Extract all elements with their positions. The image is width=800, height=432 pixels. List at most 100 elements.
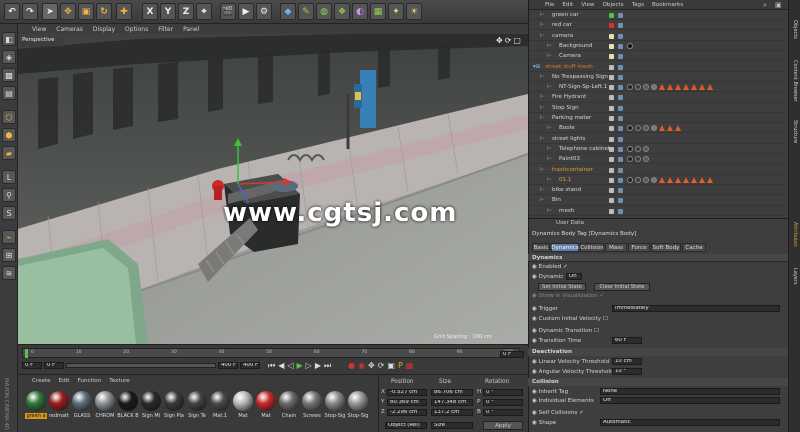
size-field[interactable]: 86.706 cm [431,389,473,396]
array-icon[interactable]: ❖ [334,3,350,20]
attr-tab[interactable]: Basic [532,243,550,252]
attr-tab[interactable]: Mass [605,243,627,252]
material-label[interactable]: Sign Pla [163,413,185,419]
object-name[interactable]: Boole [559,125,575,131]
material-swatch[interactable] [302,391,322,411]
object-name[interactable]: bike stand [552,187,581,193]
material-tag-triangle-icon[interactable] [659,84,665,91]
layer-color-swatch[interactable] [609,146,614,152]
material-label[interactable]: Sign Mi [140,413,162,419]
material-tag-triangle-icon[interactable] [675,176,681,183]
tab-content-browser[interactable]: Content Browser [792,60,798,102]
om-toggle-icon[interactable]: ▣ [775,1,782,9]
live-select-icon[interactable]: ➤ [42,3,58,20]
material-swatch[interactable] [164,391,184,411]
layer-color-swatch[interactable] [609,33,614,39]
material-swatch[interactable] [49,391,69,411]
layer-color-swatch[interactable] [609,126,614,132]
material-tag-icon[interactable] [627,42,633,49]
redo-icon[interactable]: ↷ [22,3,38,20]
material-tag-icon[interactable] [643,125,649,132]
size-field[interactable]: 147.348 cm [431,399,473,406]
tab-structure[interactable]: Structure [792,120,798,143]
om-search-icon[interactable]: ⌕ [763,1,767,10]
object-row[interactable]: ⊢ NT-Sign-Sp-Left.1 [529,83,789,93]
visibility-dots[interactable] [618,95,623,101]
visibility-dots[interactable] [618,23,623,29]
light-icon[interactable]: ☀ [406,3,422,20]
material-label[interactable]: Mat [232,413,254,419]
material-swatch[interactable] [118,391,138,411]
nurbs-icon[interactable]: ◍ [316,3,332,20]
material-tag-icon[interactable] [627,84,633,91]
frame-range-slider[interactable] [66,363,216,368]
undo-icon[interactable]: ↶ [4,3,20,20]
object-row[interactable]: ⊢ Parking meter [529,114,789,124]
rotation-field[interactable]: 0 ° [483,409,523,416]
deformer-icon[interactable]: ◐ [352,3,368,20]
dynamic-select[interactable]: On [566,273,582,280]
layer-color-swatch[interactable] [609,43,614,49]
object-row[interactable]: ⊢ Boole [529,124,789,134]
planar-workplane-icon[interactable]: ≋ [2,266,16,280]
individual-elements-select[interactable]: Off [600,397,780,404]
visibility-dots[interactable] [618,146,623,152]
spline-pen-icon[interactable]: ✎ [298,3,314,20]
material-label[interactable]: redmatt [48,413,70,419]
frame-end-field[interactable]: 400 F [218,362,238,369]
material-swatch[interactable] [256,391,276,411]
object-row[interactable]: ⊢ Paint03 [529,155,789,165]
tab-attributes[interactable]: Attributes [792,222,798,247]
visibility-dots[interactable] [618,116,623,121]
scale-icon[interactable]: ▣ [78,3,94,20]
om-menu-edit[interactable]: Edit [562,2,573,8]
om-menu-bookmarks[interactable]: Bookmarks [652,2,683,8]
viewport-menu-cameras[interactable]: Cameras [56,26,83,33]
points-mode-icon[interactable]: ⬡ [2,110,16,124]
render-settings-icon[interactable]: ⚙ [256,3,272,20]
linear-velocity-field[interactable]: 10 cm [612,358,642,365]
visibility-dots[interactable] [618,167,623,173]
material-tag-triangle-icon[interactable] [699,176,705,183]
visibility-dots[interactable] [618,85,623,91]
attr-tab[interactable]: Dynamics [551,243,579,252]
object-row[interactable]: ⊢ street lights [529,135,789,144]
visibility-dots[interactable] [618,198,623,204]
layer-color-swatch[interactable] [609,105,614,111]
object-row[interactable]: ⊢ Camera [529,52,789,62]
material-swatch[interactable] [141,391,161,411]
material-label[interactable]: Mat.1 [209,413,231,419]
material-tag-triangle-icon[interactable] [707,176,713,183]
visibility-dots[interactable] [618,177,623,183]
layer-color-swatch[interactable] [609,54,614,60]
viewport-menu-view[interactable]: View [32,26,46,33]
material-menu-edit[interactable]: Edit [59,378,70,384]
visibility-dots[interactable] [618,157,623,163]
material-tag-icon[interactable] [635,176,641,183]
material-tag-icon[interactable] [635,84,641,91]
material-swatch[interactable] [233,391,253,411]
object-row[interactable]: ⊢ No Trespassing Sign [529,73,789,82]
visibility-dots[interactable] [618,33,623,39]
object-name[interactable]: mesh [559,208,574,214]
object-row[interactable]: ⊢ bike stand [529,186,789,196]
material-tag-icon[interactable] [643,145,649,152]
object-name[interactable]: red car [552,22,572,28]
layer-color-swatch[interactable] [609,198,614,204]
material-swatch[interactable] [187,391,207,411]
layer-color-swatch[interactable] [609,188,614,194]
tweak-mode-icon[interactable]: ⚲ [2,188,16,202]
object-name[interactable]: NT-Sign-Sp-Left.1 [559,84,607,90]
object-name[interactable]: Paint03 [559,156,580,162]
inherit-tag-select[interactable]: None [600,388,780,395]
frame-max-field[interactable]: 400 F [240,362,260,369]
material-tag-icon[interactable] [635,145,641,152]
timeline-ruler[interactable]: 0 10 20 30 40 50 60 70 80 90 100 [22,348,520,358]
material-tag-icon[interactable] [643,156,649,163]
material-tag-icon[interactable] [627,145,633,152]
material-tag-icon[interactable] [635,125,641,132]
workplane-icon[interactable]: ▤ [2,86,16,100]
object-row[interactable]: ⊢ trashcontainer [529,166,789,175]
object-name[interactable]: trashcontainer [552,167,593,173]
viewport-menu-display[interactable]: Display [93,26,115,33]
